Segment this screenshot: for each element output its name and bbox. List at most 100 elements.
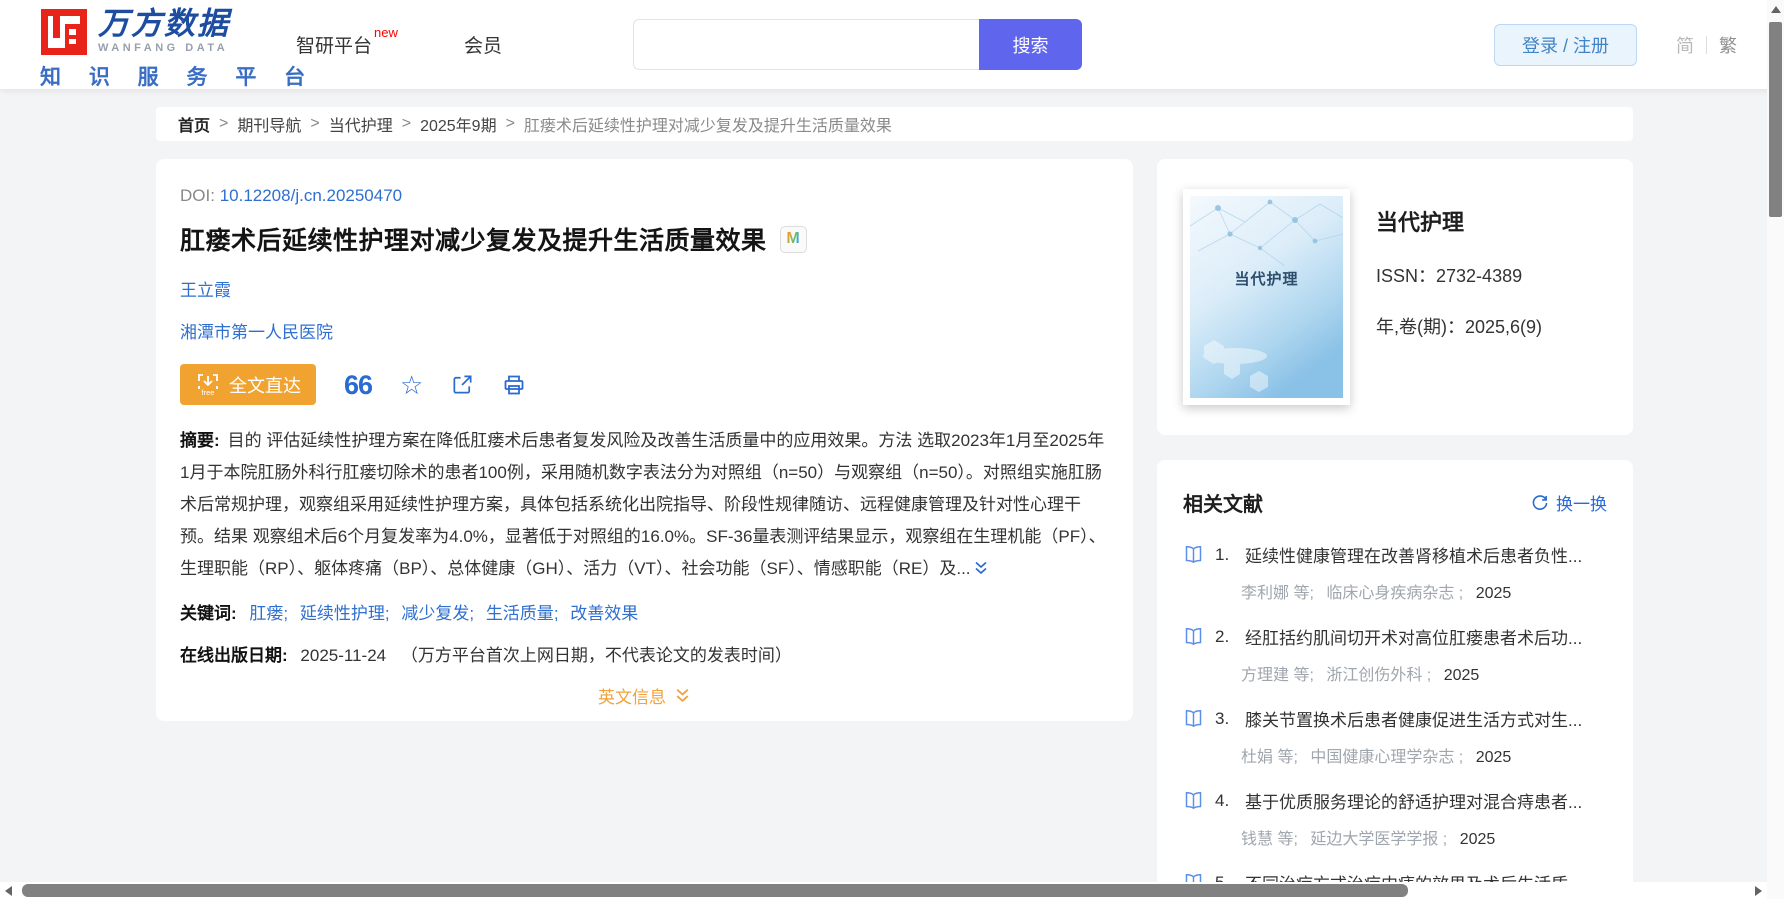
quote-icon: 66 xyxy=(344,369,373,400)
journal-name: 当代护理 xyxy=(1376,210,1465,235)
related-item-number: 4. xyxy=(1215,790,1230,810)
download-free-icon: free xyxy=(198,373,218,397)
scroll-up-arrow[interactable] xyxy=(1771,6,1781,13)
wanfang-logo[interactable]: 万方数据 WANFANG DATA 知 识 服 务 平 台 xyxy=(40,8,316,91)
related-item-title[interactable]: 延续性健康管理在改善肾移植术后患者负性... xyxy=(1245,542,1582,567)
related-list: 1. 延续性健康管理在改善肾移植术后患者负性... 李利娜 等; 临床心身疾病杂… xyxy=(1183,542,1607,899)
journal-cover[interactable]: 当代护理 xyxy=(1183,189,1350,405)
breadcrumb-separator: > xyxy=(401,115,412,132)
keyword-link[interactable]: 生活质量 xyxy=(486,604,554,623)
related-item-authors: 李利娜 等; xyxy=(1241,585,1314,602)
journal-volume: 年,卷(期)：2025,6(9) xyxy=(1376,317,1543,337)
book-icon xyxy=(1183,790,1204,811)
related-item-number: 1. xyxy=(1215,544,1230,564)
related-item-title[interactable]: 经肛括约肌间切开术对高位肛瘘患者术后功... xyxy=(1245,624,1582,649)
author-link[interactable]: 王立霞 xyxy=(180,281,231,300)
favorite-button[interactable]: ☆ xyxy=(400,372,423,398)
vertical-scrollbar-thumb[interactable] xyxy=(1769,22,1782,217)
share-icon xyxy=(453,375,472,394)
related-documents-card: 相关文献 换一换 1. 延续性健康管理在改善肾移植术后患者负性... 李利娜 等… xyxy=(1157,460,1633,899)
related-item-authors: 钱慧 等; xyxy=(1241,831,1298,848)
doi-link[interactable]: 10.12208/j.cn.20250470 xyxy=(220,186,402,205)
print-button[interactable] xyxy=(502,373,526,397)
doi-label: DOI: xyxy=(180,186,215,205)
keyword-link[interactable]: 改善效果 xyxy=(570,604,638,623)
abstract-expand-button[interactable] xyxy=(973,555,989,587)
article-title: 肛瘘术后延续性护理对减少复发及提升生活质量效果 xyxy=(180,227,767,255)
abstract-block: 摘要: 目的 评估延续性护理方案在降低肛瘘术后患者复发风险及改善生活质量中的应用效… xyxy=(180,425,1109,587)
doi-row: DOI: 10.12208/j.cn.20250470 xyxy=(180,186,1109,206)
keyword-link[interactable]: 延续性护理 xyxy=(300,604,385,623)
related-item-year: 2025 xyxy=(1475,749,1512,766)
journal-cover-image xyxy=(1190,196,1343,398)
book-icon xyxy=(1183,544,1204,565)
medlive-badge[interactable]: M xyxy=(779,225,807,253)
related-item-number: 3. xyxy=(1215,708,1230,728)
related-item: 1. 延续性健康管理在改善肾移植术后患者负性... 李利娜 等; 临床心身疾病杂… xyxy=(1183,542,1607,603)
nav-member[interactable]: 会员 xyxy=(464,0,502,89)
keyword-link[interactable]: 肛瘘 xyxy=(249,604,283,623)
english-info-toggle[interactable]: 英文信息 xyxy=(598,683,691,708)
nav-zhiyan-platform[interactable]: 智研平台 new xyxy=(296,0,398,89)
related-item-number: 2. xyxy=(1215,626,1230,646)
affiliation-link[interactable]: 湘潭市第一人民医院 xyxy=(180,323,333,342)
refresh-related-button[interactable]: 换一换 xyxy=(1531,490,1607,515)
chevron-double-down-icon xyxy=(676,688,689,703)
abstract-text: 目的 评估延续性护理方案在降低肛瘘术后患者复发风险及改善生活质量中的应用效果。方… xyxy=(180,431,1106,578)
abstract-label: 摘要: xyxy=(180,431,220,450)
pubdate-value: 2025-11-24 xyxy=(300,646,387,665)
print-icon xyxy=(504,375,524,394)
breadcrumb-issue[interactable]: 2025年9期 xyxy=(420,112,497,136)
brand-name: 万方数据 xyxy=(98,6,230,41)
brand-name-en: WANFANG DATA xyxy=(98,42,229,54)
breadcrumb: 首页 > 期刊导航 > 当代护理 > 2025年9期 > 肛瘘术后延续性护理对减… xyxy=(156,107,1633,141)
related-item: 4. 基于优质服务理论的舒适护理对混合痔患者... 钱慧 等; 延边大学医学学报… xyxy=(1183,788,1607,849)
search-button[interactable]: 搜索 xyxy=(979,19,1082,70)
chevron-double-down-icon xyxy=(974,561,987,575)
new-badge: new xyxy=(374,25,398,40)
breadcrumb-current: 肛瘘术后延续性护理对减少复发及提升生活质量效果 xyxy=(523,118,892,135)
article-actions: free 全文直达 66 ☆ xyxy=(180,364,1109,405)
related-item-journal: 延边大学医学学报 ; xyxy=(1310,831,1448,848)
language-switch: 简 繁 xyxy=(1676,0,1737,89)
breadcrumb-separator: > xyxy=(310,115,320,132)
related-item-title[interactable]: 基于优质服务理论的舒适护理对混合痔患者... xyxy=(1245,788,1582,813)
related-item-journal: 中国健康心理学杂志 ; xyxy=(1310,749,1464,766)
cite-button[interactable]: 66 xyxy=(344,369,373,400)
related-title: 相关文献 xyxy=(1183,494,1263,516)
journal-issn: ISSN：2732-4389 xyxy=(1376,266,1523,286)
related-item-journal: 浙江创伤外科 ; xyxy=(1326,667,1432,684)
fulltext-access-button[interactable]: free 全文直达 xyxy=(180,364,316,405)
scroll-right-arrow[interactable] xyxy=(1755,886,1762,896)
keywords-row: 关键词: 肛瘘; 延续性护理; 减少复发; 生活质量; 改善效果 xyxy=(180,604,639,623)
search-input[interactable] xyxy=(633,19,979,70)
breadcrumb-journal[interactable]: 当代护理 xyxy=(329,112,393,136)
pubdate-note: （万方平台首次上网日期，不代表论文的发表时间） xyxy=(400,646,792,665)
login-register-button[interactable]: 登录 / 注册 xyxy=(1494,24,1638,66)
related-item-title[interactable]: 膝关节置换术后患者健康促进生活方式对生... xyxy=(1245,706,1582,731)
related-item: 3. 膝关节置换术后患者健康促进生活方式对生... 杜娟 等; 中国健康心理学杂… xyxy=(1183,706,1607,767)
journal-card: 当代护理 当代护理 ISSN：2732-4389 年,卷(期)：2025,6(9… xyxy=(1157,159,1633,435)
keywords-label: 关键词: xyxy=(180,604,237,623)
related-item-year: 2025 xyxy=(1475,585,1512,602)
vertical-scrollbar[interactable] xyxy=(1767,0,1784,882)
scrollbar-corner xyxy=(1767,882,1784,899)
lang-simplified[interactable]: 简 xyxy=(1676,32,1694,58)
pubdate-label: 在线出版日期: xyxy=(180,646,288,665)
related-item: 2. 经肛括约肌间切开术对高位肛瘘患者术后功... 方理建 等; 浙江创伤外科 … xyxy=(1183,624,1607,685)
related-item-year: 2025 xyxy=(1459,831,1496,848)
breadcrumb-journal-nav[interactable]: 期刊导航 xyxy=(237,112,301,136)
pubdate-row: 在线出版日期: 2025-11-24 （万方平台首次上网日期，不代表论文的发表时… xyxy=(180,641,1109,666)
share-button[interactable] xyxy=(451,373,474,396)
book-icon xyxy=(1183,626,1204,647)
scroll-left-arrow[interactable] xyxy=(5,886,12,896)
horizontal-scrollbar[interactable] xyxy=(0,882,1767,899)
search-box: 搜索 xyxy=(633,19,1082,70)
breadcrumb-separator: > xyxy=(505,115,515,132)
lang-traditional[interactable]: 繁 xyxy=(1719,32,1737,58)
page: 万方数据 WANFANG DATA 知 识 服 务 平 台 智研平台 new 会… xyxy=(0,0,1784,899)
breadcrumb-home[interactable]: 首页 xyxy=(178,112,210,136)
horizontal-scrollbar-thumb[interactable] xyxy=(22,884,1408,897)
keyword-link[interactable]: 减少复发 xyxy=(401,604,469,623)
breadcrumb-separator: > xyxy=(219,115,229,132)
